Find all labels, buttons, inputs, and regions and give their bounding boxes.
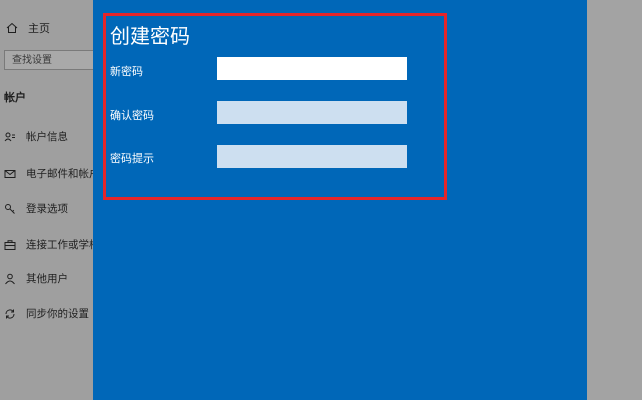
sidebar-item-label: 电子邮件和帐户 — [26, 168, 100, 180]
sidebar-item-label: 同步你的设置 — [26, 308, 89, 320]
home-icon — [6, 22, 18, 34]
sidebar-item-account-info[interactable]: 帐户信息 — [4, 129, 100, 144]
sync-icon — [4, 308, 16, 320]
sidebar-item-email[interactable]: 电子邮件和帐户 — [4, 166, 100, 181]
section-title: 帐户 — [4, 91, 26, 104]
dimmed-background — [587, 0, 642, 400]
sidebar-home[interactable]: 主页 — [6, 20, 50, 36]
sidebar-item-label: 连接工作或学校 — [26, 239, 100, 251]
key-icon — [4, 203, 16, 215]
highlight-box — [103, 13, 447, 200]
sidebar-item-label: 其他用户 — [26, 273, 68, 285]
sidebar-item-label: 帐户信息 — [26, 131, 68, 143]
sidebar-item-label: 登录选项 — [26, 203, 68, 215]
settings-sidebar: 主页 帐户 帐户信息 电子邮件和帐户 登录选项 连接工作或学校 其他用户 — [0, 0, 100, 400]
person-icon — [4, 273, 16, 285]
sidebar-item-signin-options[interactable]: 登录选项 — [4, 201, 100, 216]
person-card-icon — [4, 131, 16, 143]
sidebar-item-sync[interactable]: 同步你的设置 — [4, 306, 100, 321]
sidebar-item-other-users[interactable]: 其他用户 — [4, 271, 100, 286]
mail-icon — [4, 168, 16, 180]
sidebar-item-work-school[interactable]: 连接工作或学校 — [4, 237, 100, 252]
sidebar-home-label: 主页 — [28, 22, 50, 35]
search-input[interactable] — [4, 50, 100, 70]
briefcase-icon — [4, 239, 16, 251]
